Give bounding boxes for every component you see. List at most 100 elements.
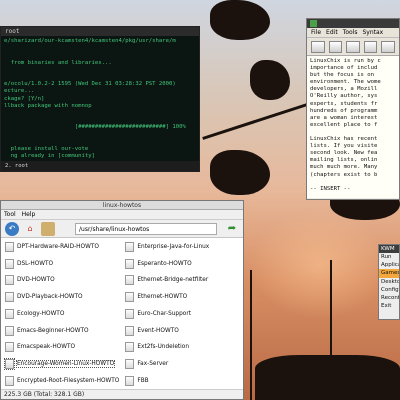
terminal-tab-bar: 2. root	[1, 161, 199, 171]
menu-help[interactable]: Help	[22, 210, 36, 219]
document-icon	[125, 308, 135, 319]
file-item[interactable]: Fax-Server	[125, 357, 239, 371]
file-item[interactable]: Emacs-Beginner-HOWTO	[5, 324, 119, 338]
document-icon	[5, 241, 14, 252]
document-icon	[125, 375, 135, 386]
vim-menu-edit[interactable]: Edit	[326, 28, 338, 37]
document-icon	[125, 258, 135, 269]
document-icon	[5, 258, 14, 269]
file-item[interactable]: Enterprise-Java-for-Linux	[125, 240, 239, 254]
vim-titlebar	[307, 19, 399, 28]
root-menu-title: KWM	[379, 245, 399, 253]
root-menu: KWM RunApplicaGamesDesktoConfigReconfExi…	[378, 244, 400, 320]
bookmarks-icon[interactable]	[41, 221, 55, 236]
root-menu-item[interactable]: Applica	[379, 261, 399, 269]
editor-line: O'Reilly author, sys	[310, 93, 378, 100]
terminal-tab[interactable]: 2. root	[5, 163, 28, 169]
terminal-line: llback package with nomnop	[4, 102, 92, 109]
root-menu-item[interactable]: Exit	[379, 302, 399, 310]
editor-line: (chapters exist to b	[310, 171, 378, 178]
document-icon	[5, 275, 14, 286]
root-menu-item[interactable]: Deskto	[379, 278, 399, 286]
file-name: Emacspeak-HOWTO	[17, 344, 76, 351]
file-manager-toolbar: ↶ ⌂ /usr/share/linux-howtos ➦	[1, 220, 243, 238]
file-name: Event-HOWTO	[137, 327, 179, 334]
file-item[interactable]: Event-HOWTO	[125, 324, 239, 338]
file-manager-menubar: Tool Help	[1, 210, 243, 220]
file-name: FBB	[137, 377, 149, 384]
home-icon[interactable]: ⌂	[23, 222, 37, 236]
editor-line: excellent place to f	[310, 121, 378, 128]
terminal-output[interactable]: e/sharizard/our-kcamsten4/kcamsten4/pkg/…	[1, 36, 199, 161]
document-icon	[125, 342, 135, 353]
path-field[interactable]: /usr/share/linux-howtos	[75, 222, 217, 235]
terminal-line: ckage? [Y/n]	[4, 95, 45, 102]
terminal-line: e/ocolu/1.0.2-2 1595 (Wed Dec 31 03:28:3…	[4, 81, 176, 88]
document-icon	[5, 292, 14, 303]
file-item[interactable]: Ecology-HOWTO	[5, 307, 119, 321]
vim-menu-file[interactable]: File	[311, 28, 321, 37]
terminal-line: ecture...	[4, 88, 35, 95]
editor-line: lists. If you visite	[310, 143, 378, 150]
file-name: Euro-Char-Support	[137, 310, 191, 317]
file-name: Emacs-Beginner-HOWTO	[17, 327, 89, 334]
root-menu-item[interactable]: Reconf	[379, 294, 399, 302]
file-item[interactable]: Euro-Char-Support	[125, 307, 239, 321]
terminal-window[interactable]: root e/sharizard/our-kcamsten4/kcamsten4…	[0, 26, 200, 172]
file-name: Encourage-Women-Linux-HOWTO	[15, 360, 116, 369]
root-menu-item[interactable]: Games	[379, 269, 399, 278]
tree-silhouette	[210, 150, 270, 195]
file-name: DVD-Playback-HOWTO	[17, 294, 83, 301]
file-item[interactable]: Ethernet-HOWTO	[125, 290, 239, 304]
editor-line: second look. New fea	[310, 150, 378, 157]
file-item[interactable]: Ext2fs-Undeletion	[125, 341, 239, 355]
file-item[interactable]: Ethernet-Bridge-netfilter	[125, 274, 239, 288]
save-icon[interactable]	[328, 40, 343, 53]
back-icon[interactable]: ↶	[5, 221, 19, 236]
vim-menubar: File Edit Tools Syntax	[307, 28, 399, 38]
file-item[interactable]: Esperanto-HOWTO	[125, 257, 239, 271]
file-item[interactable]: Encrypted-Root-Filesystem-HOWTO	[5, 374, 119, 388]
editor-line: LinuxChix has recent	[310, 136, 378, 143]
document-icon	[5, 375, 14, 386]
go-icon[interactable]: ➦	[225, 222, 239, 236]
file-item[interactable]: DSL-HOWTO	[5, 257, 119, 271]
file-name: DSL-HOWTO	[17, 260, 54, 267]
editor-line: experts, students fr	[310, 100, 378, 107]
file-item[interactable]: DPT-Hardware-RAID-HOWTO	[5, 240, 119, 254]
file-item[interactable]: DVD-HOWTO	[5, 274, 119, 288]
document-icon	[125, 325, 135, 336]
file-name: Fax-Server	[137, 361, 169, 368]
file-item[interactable]: Encourage-Women-Linux-HOWTO	[4, 357, 119, 371]
undo-icon[interactable]	[381, 40, 395, 53]
tree-branch	[250, 270, 252, 400]
tree-silhouette	[250, 60, 290, 100]
file-manager-window[interactable]: linux-howtos Tool Help ↶ ⌂ /usr/share/li…	[0, 200, 244, 400]
document-icon	[5, 308, 14, 319]
file-name: Ethernet-Bridge-netfilter	[137, 277, 209, 284]
gvim-window[interactable]: File Edit Tools Syntax LinuxChix is run …	[306, 18, 400, 200]
file-name: Esperanto-HOWTO	[137, 260, 192, 267]
root-menu-item[interactable]: Run	[379, 253, 399, 261]
print-icon[interactable]	[363, 40, 378, 53]
file-name: Encrypted-Root-Filesystem-HOWTO	[17, 377, 120, 384]
root-menu-item[interactable]: Config	[379, 286, 399, 294]
menu-tool[interactable]: Tool	[4, 210, 16, 219]
open-file-icon[interactable]	[311, 40, 325, 53]
file-item[interactable]: FBB	[125, 374, 239, 388]
vim-editor-text[interactable]: LinuxChix is run by c importance of inclu…	[307, 56, 399, 198]
vim-menu-tools[interactable]: Tools	[343, 28, 358, 37]
file-item[interactable]: Emacspeak-HOWTO	[5, 341, 119, 355]
save-all-icon[interactable]	[346, 40, 360, 53]
vim-menu-syntax[interactable]: Syntax	[362, 28, 383, 37]
editor-line: developers, a Mozill	[310, 86, 378, 93]
file-item[interactable]: DVD-Playback-HOWTO	[5, 290, 119, 304]
terminal-line: e/sharizard/our-kcamsten4/kcamsten4/pkg/…	[4, 38, 176, 44]
